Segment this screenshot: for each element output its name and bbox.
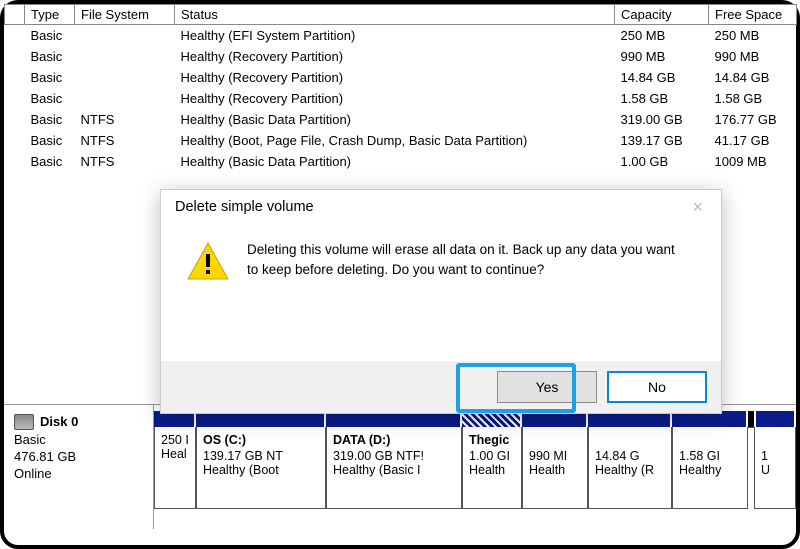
disk-graph: Disk 0 Basic 476.81 GB Online 250 I Heal… — [4, 404, 796, 529]
disk-size: 476.81 GB — [14, 449, 143, 464]
partition[interactable]: . 14.84 G Healthy (R — [588, 427, 672, 509]
table-row[interactable]: BasicHealthy (Recovery Partition)1.58 GB… — [5, 88, 797, 109]
col-fs[interactable]: File System — [75, 5, 175, 25]
table-row[interactable]: BasicNTFSHealthy (Basic Data Partition)3… — [5, 109, 797, 130]
partition[interactable]: DATA (D:) 319.00 GB NTF! Healthy (Basic … — [326, 427, 462, 509]
no-button[interactable]: No — [607, 371, 707, 403]
disk-type: Basic — [14, 432, 143, 447]
disk-name: Disk 0 — [40, 414, 78, 429]
partition[interactable]: OS (C:) 139.17 GB NT Healthy (Boot — [196, 427, 326, 509]
dialog-title: Delete simple volume — [175, 199, 314, 215]
disk-info[interactable]: Disk 0 Basic 476.81 GB Online — [4, 405, 154, 529]
col-type[interactable]: Type — [25, 5, 75, 25]
volume-table[interactable]: Type File System Status Capacity Free Sp… — [4, 4, 797, 172]
col-blank[interactable] — [5, 5, 25, 25]
table-header-row: Type File System Status Capacity Free Sp… — [5, 5, 797, 25]
table-row[interactable]: BasicHealthy (Recovery Partition)990 MB9… — [5, 46, 797, 67]
table-row[interactable]: BasicNTFSHealthy (Boot, Page File, Crash… — [5, 130, 797, 151]
partition-selected[interactable]: Thegic 1.00 GI Health — [462, 427, 522, 509]
delete-volume-dialog: Delete simple volume × Deleting this vol… — [160, 189, 722, 414]
dialog-message: Deleting this volume will erase all data… — [247, 240, 687, 279]
close-icon[interactable]: × — [688, 198, 707, 216]
table-row[interactable]: BasicNTFSHealthy (Basic Data Partition)1… — [5, 151, 797, 172]
warning-icon — [187, 242, 229, 280]
disk-icon — [14, 414, 34, 430]
partition[interactable]: . 1.58 GI Healthy — [672, 427, 748, 509]
table-row[interactable]: BasicHealthy (EFI System Partition)250 M… — [5, 25, 797, 47]
table-row[interactable]: BasicHealthy (Recovery Partition)14.84 G… — [5, 67, 797, 88]
col-capacity[interactable]: Capacity — [615, 5, 709, 25]
col-status[interactable]: Status — [175, 5, 615, 25]
disk-state: Online — [14, 466, 143, 481]
partition[interactable]: . 1 U — [754, 427, 796, 509]
col-free[interactable]: Free Space — [709, 5, 797, 25]
yes-button[interactable]: Yes — [497, 371, 597, 403]
partition[interactable]: 250 I Heal — [154, 427, 196, 509]
partition[interactable]: . 990 MI Health — [522, 427, 588, 509]
